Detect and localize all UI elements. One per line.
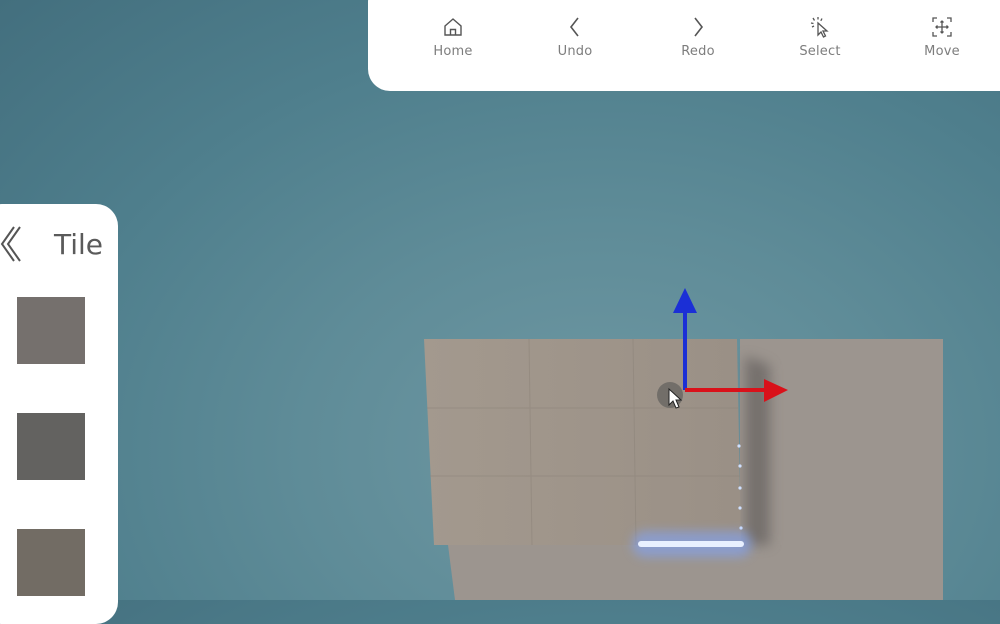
select-pointer-icon — [810, 17, 829, 38]
chevron-right-icon — [694, 17, 704, 37]
move-label: Move — [924, 44, 960, 59]
select-label: Select — [799, 44, 841, 59]
panel-title: Tile — [54, 228, 104, 261]
tile-swatch-2[interactable] — [17, 413, 85, 480]
selected-edge-bar[interactable] — [638, 541, 744, 547]
tile-swatch-1[interactable] — [17, 297, 85, 364]
move-button[interactable]: Move — [897, 0, 987, 70]
select-button[interactable]: Select — [775, 0, 865, 70]
chevron-left-icon — [569, 17, 579, 37]
gizmo-y-arrowhead[interactable] — [673, 288, 697, 313]
top-toolbar: Home Undo Redo Select Move — [368, 0, 1000, 91]
home-button[interactable]: Home — [408, 0, 498, 70]
undo-button[interactable]: Undo — [530, 0, 620, 70]
redo-label: Redo — [681, 44, 715, 59]
home-label: Home — [433, 44, 473, 59]
wall-object[interactable] — [424, 339, 741, 545]
move-icon — [932, 17, 952, 37]
double-chevron-left-icon — [0, 226, 21, 262]
redo-button[interactable]: Redo — [653, 0, 743, 70]
home-icon — [444, 18, 462, 36]
back-button[interactable] — [0, 224, 28, 266]
tile-swatch-3[interactable] — [17, 529, 85, 596]
undo-label: Undo — [557, 44, 593, 59]
tile-panel: Tile — [0, 204, 118, 624]
